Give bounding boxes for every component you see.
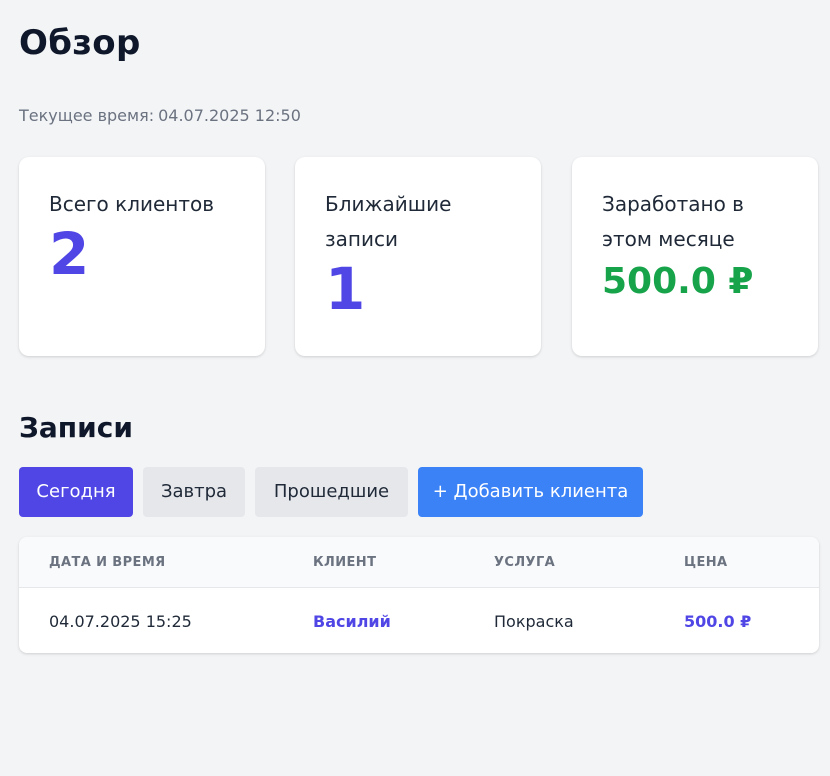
stat-label-upcoming: Ближайшие записи [325,192,452,251]
tab-tomorrow[interactable]: Завтра [143,467,245,517]
column-header-service: Услуга [494,555,556,570]
column-header-datetime: Дата и время [49,555,166,570]
cell-price: 500.0 ₽ [684,612,752,631]
column-header-price: Цена [684,555,728,570]
stat-value-earned: 500.0 ₽ [602,261,754,302]
current-time: Текущее время: 04.07.2025 12:50 [19,106,301,125]
page-title: Обзор [19,23,141,63]
cell-service: Покраска [494,612,574,631]
appointments-title: Записи [19,411,133,444]
cell-datetime: 04.07.2025 15:25 [49,612,192,631]
tab-today[interactable]: Сегодня [19,467,133,517]
column-header-client: Клиент [313,555,377,570]
stat-card-upcoming: Ближайшие записи 1 [295,157,541,356]
stat-label-total-clients: Всего клиентов [49,192,215,216]
cell-client-link[interactable]: Василий [313,588,391,653]
stat-label-earned: Заработано в этом месяце [602,192,744,251]
current-time-label: Текущее время: [19,106,155,125]
stat-value-upcoming: 1 [325,255,366,323]
add-client-button[interactable]: + Добавить клиента [418,467,643,517]
stat-value-total-clients: 2 [49,220,90,288]
stat-card-earned: Заработано в этом месяце 500.0 ₽ [572,157,818,356]
table-row[interactable]: 04.07.2025 15:25 Василий Покраска 500.0 … [19,588,819,653]
appointments-table: Дата и время Клиент Услуга Цена 04.07.20… [19,537,819,653]
current-time-value: 04.07.2025 12:50 [158,106,301,125]
table-header: Дата и время Клиент Услуга Цена [19,537,819,588]
stat-card-total-clients: Всего клиентов 2 [19,157,265,356]
tab-past[interactable]: Прошедшие [255,467,408,517]
